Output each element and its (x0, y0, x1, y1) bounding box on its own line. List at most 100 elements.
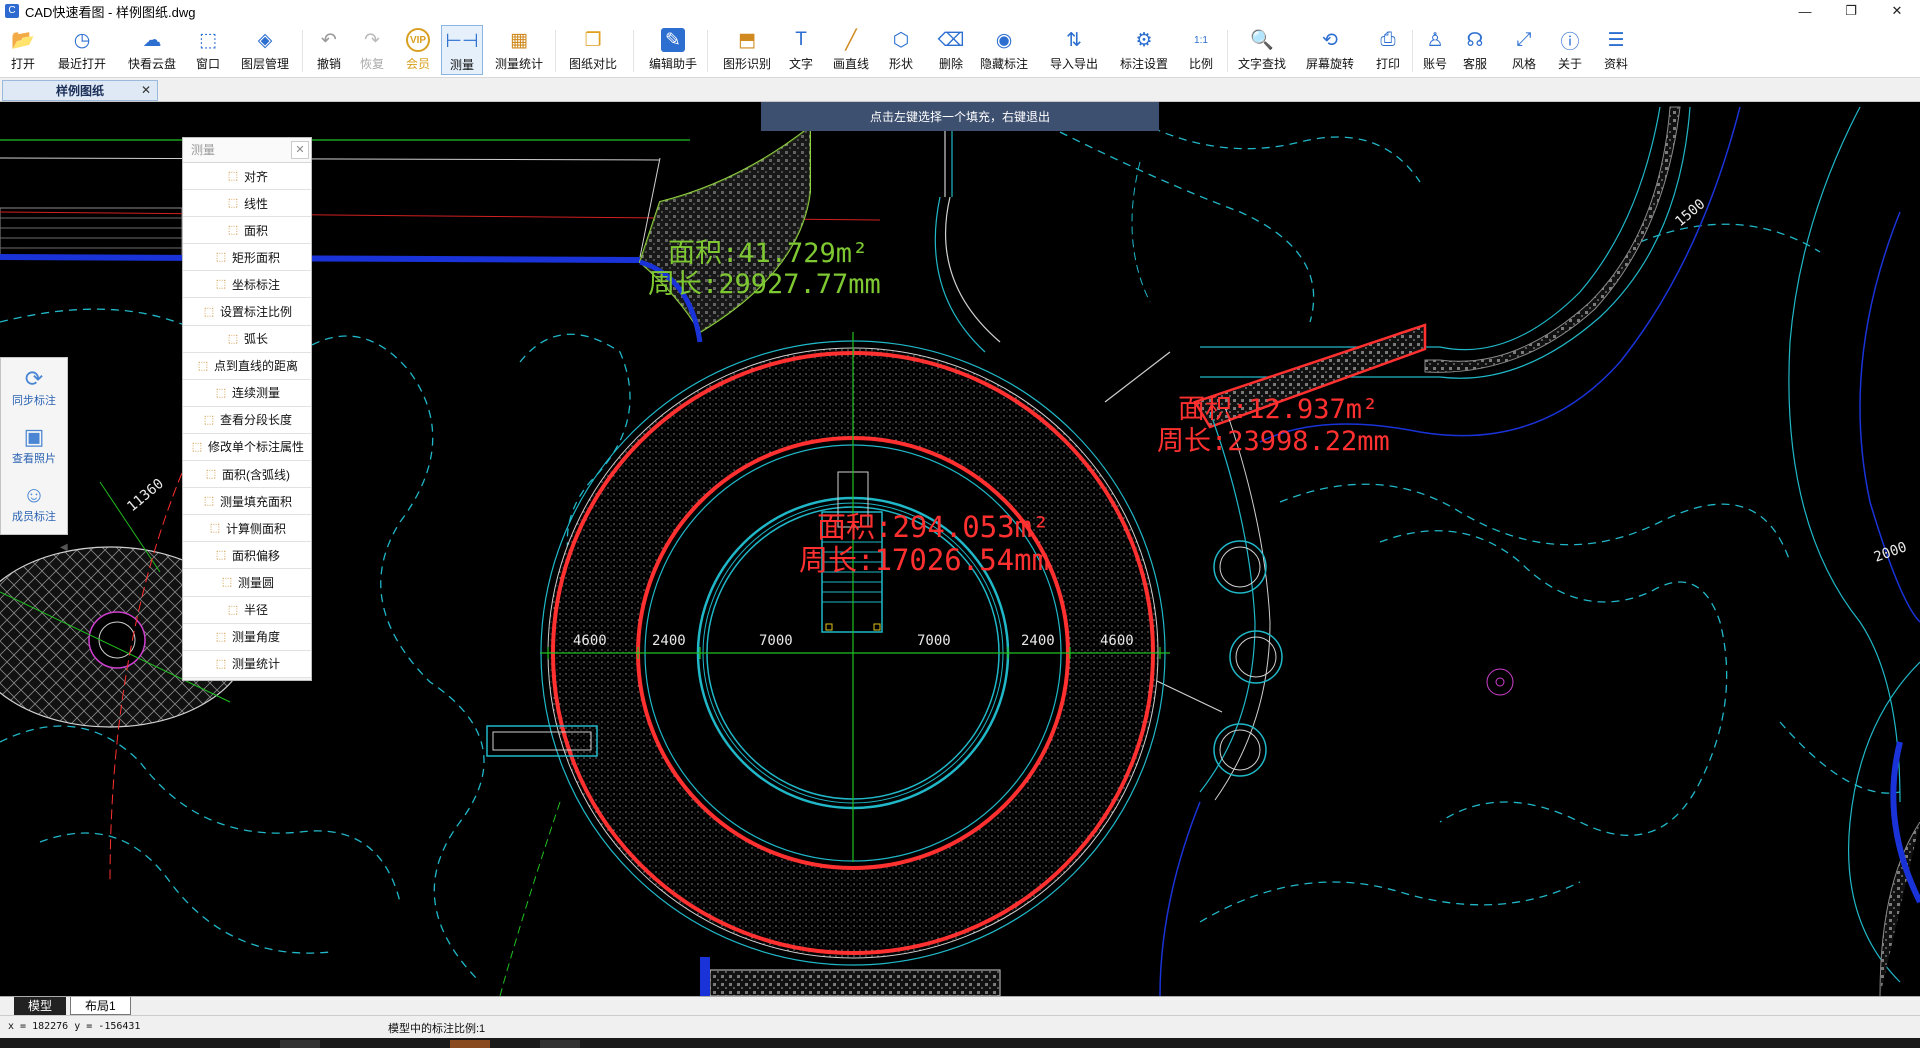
toolbar-button-4[interactable]: ◈ 图层管理 (238, 25, 292, 75)
measure-stats-icon: ▦ (510, 29, 528, 51)
toolbar-button-7[interactable]: VIP 会员 (403, 25, 433, 75)
toolbar-button-5[interactable]: ↶ 撤销 (314, 25, 344, 75)
toolbar-button-0[interactable]: 📂 打开 (8, 25, 38, 75)
member-annotation-button[interactable]: ☺ 成员标注 (1, 474, 67, 532)
toolbar-button-6[interactable]: ↷ 恢复 (357, 25, 387, 75)
toolbar-button-1[interactable]: ◷ 最近打开 (55, 25, 109, 75)
toolbar-button-24[interactable]: ♙ 账号 (1420, 25, 1450, 75)
toolbar-button-27[interactable]: ⓘ 关于 (1555, 25, 1585, 75)
window-controls: — ❐ ✕ (1782, 0, 1920, 22)
center-area-label: 面积:294.053m² (817, 510, 1050, 544)
measure-item-14[interactable]: ⬚ 面积偏移 (183, 542, 311, 570)
toolbar-label: 窗口 (195, 57, 220, 71)
tab-sample-drawing[interactable]: 样例图纸 ✕ (2, 80, 158, 101)
toolbar-label: 测量 (449, 58, 474, 72)
measure-item-10[interactable]: ⬚ 修改单个标注属性 (183, 433, 311, 462)
taskbar-strip (0, 1038, 1920, 1048)
toolbar-separator (1412, 30, 1413, 72)
measure-item-17[interactable]: ⬚ 测量角度 (183, 623, 311, 651)
edit-annotation-icon: ⬚ (191, 440, 203, 453)
arc-area-icon: ⬚ (205, 468, 217, 481)
toolbar-label: 图形识别 (722, 57, 771, 71)
measure-panel: 测量 ✕ ⬚ 对齐 ⬚ 线性 ⬚ 面积 ⬚ 矩形面积 ⬚ 坐标标注 ⬚ 设置标注比例 ⬚ 弧长 ⬚ 点到直线的… (182, 137, 312, 681)
measure-item-15[interactable]: ⬚ 测量圆 (183, 569, 311, 597)
toolbar-button-25[interactable]: ☊ 客服 (1460, 25, 1490, 75)
restore-button[interactable]: ❐ (1828, 0, 1874, 22)
edit-assistant-icon: ✎ (661, 28, 685, 52)
toolbar-label: 画直线 (832, 57, 869, 71)
close-window-button[interactable]: ✕ (1874, 0, 1920, 22)
dim-label: 2400 (652, 633, 686, 649)
toolbar-button-22[interactable]: ⟲ 屏幕旋转 (1303, 25, 1357, 75)
measure-item-18[interactable]: ⬚ 测量统计 (183, 650, 311, 678)
toolbar-button-26[interactable]: ⤢ 风格 (1509, 25, 1539, 75)
cloud-icon: ☁ (142, 29, 162, 51)
measure-item-0[interactable]: ⬚ 对齐 (183, 163, 311, 191)
toolbar-label: 比例 (1188, 57, 1213, 71)
toolbar-button-17[interactable]: ◉ 隐藏标注 (977, 25, 1031, 75)
toolbar-button-9[interactable]: ▦ 测量统计 (492, 25, 546, 75)
toolbar-button-19[interactable]: ⚙ 标注设置 (1117, 25, 1171, 75)
toolbar-button-13[interactable]: T 文字 (786, 25, 816, 75)
toolbar-button-15[interactable]: ⬡ 形状 (886, 25, 916, 75)
toolbar-button-16[interactable]: ⌫ 删除 (936, 25, 966, 75)
collapse-arrow-icon[interactable]: ◀ (60, 542, 68, 553)
measure-item-9[interactable]: ⬚ 查看分段长度 (183, 406, 311, 434)
toolbar-button-11[interactable]: ✎ 编辑助手 (646, 25, 700, 75)
import-export-icon: ⇅ (1066, 29, 1082, 51)
measure-item-1[interactable]: ⬚ 线性 (183, 190, 311, 218)
measure-item-label: 测量统计 (231, 657, 280, 672)
toolbar-label: 风格 (1511, 57, 1536, 71)
minimize-button[interactable]: — (1782, 0, 1828, 22)
annotation-scale-status: 模型中的标注比例:1 (388, 1023, 486, 1035)
sync-annotation-button[interactable]: ⟳ 同步标注 (1, 358, 67, 416)
toolbar-label: 打印 (1375, 57, 1400, 71)
toolbar-button-8[interactable]: ⊢⊣ 测量 (441, 25, 483, 75)
linear-icon: ⬚ (227, 197, 239, 210)
close-tab-icon[interactable]: ✕ (141, 83, 151, 97)
layers-icon: ◈ (257, 29, 273, 51)
headset-icon: ☊ (1466, 29, 1484, 51)
measure-item-11[interactable]: ⬚ 面积(含弧线) (183, 461, 311, 489)
toolbar-button-23[interactable]: ⎙ 打印 (1373, 25, 1403, 75)
toolbar-label: 编辑助手 (648, 57, 697, 71)
members-label: 成员标注 (12, 511, 56, 523)
layout-tab-bar: 模型 布局1 (0, 996, 1920, 1015)
toolbar-label: 导入导出 (1049, 57, 1098, 71)
measure-item-label: 矩形面积 (231, 250, 280, 265)
dim-label: 4600 (573, 633, 607, 649)
toolbar-button-3[interactable]: ⬚ 窗口 (193, 25, 223, 75)
measure-item-3[interactable]: ⬚ 矩形面积 (183, 244, 311, 272)
scale-icon: 1:1 (1194, 34, 1208, 46)
toolbar-button-18[interactable]: ⇅ 导入导出 (1047, 25, 1101, 75)
tab-label: 样例图纸 (55, 84, 104, 98)
toolbar-button-10[interactable]: ❐ 图纸对比 (566, 25, 620, 75)
measure-item-8[interactable]: ⬚ 连续测量 (183, 379, 311, 407)
view-photos-button[interactable]: ▣ 查看照片 (1, 416, 67, 474)
status-bar: x = 182276 y = -156431 模型中的标注比例:1 (0, 1015, 1920, 1038)
measure-item-label: 点到直线的距离 (213, 359, 298, 374)
toolbar-separator (707, 30, 708, 72)
measure-item-4[interactable]: ⬚ 坐标标注 (183, 271, 311, 299)
measure-item-12[interactable]: ⬚ 测量填充面积 (183, 488, 311, 516)
tab-model[interactable]: 模型 (14, 997, 67, 1015)
measure-item-label: 查看分段长度 (219, 413, 292, 428)
toolbar-button-28[interactable]: ☰ 资料 (1601, 25, 1631, 75)
measure-item-7[interactable]: ⬚ 点到直线的距离 (183, 352, 311, 380)
measure-item-6[interactable]: ⬚ 弧长 (183, 325, 311, 353)
close-panel-icon[interactable]: ✕ (291, 141, 309, 159)
command-hint-bar: 点击左键选择一个填充，右键退出 (761, 102, 1159, 131)
toolbar-label: 图纸对比 (568, 57, 617, 71)
measure-item-5[interactable]: ⬚ 设置标注比例 (183, 298, 311, 326)
taskbar-item (450, 1040, 490, 1048)
toolbar-button-2[interactable]: ☁ 快看云盘 (125, 25, 179, 75)
toolbar-button-12[interactable]: ⬒ 图形识别 (720, 25, 774, 75)
toolbar-button-21[interactable]: 🔍 文字查找 (1235, 25, 1289, 75)
toolbar-button-20[interactable]: 1:1 比例 (1186, 25, 1216, 75)
measure-item-2[interactable]: ⬚ 面积 (183, 217, 311, 245)
tab-layout1[interactable]: 布局1 (70, 997, 131, 1015)
measure-item-13[interactable]: ⬚ 计算侧面积 (183, 515, 311, 543)
toolbar-button-14[interactable]: ╱ 画直线 (830, 25, 872, 75)
photos-label: 查看照片 (12, 453, 56, 465)
measure-item-16[interactable]: ⬚ 半径 (183, 596, 311, 624)
